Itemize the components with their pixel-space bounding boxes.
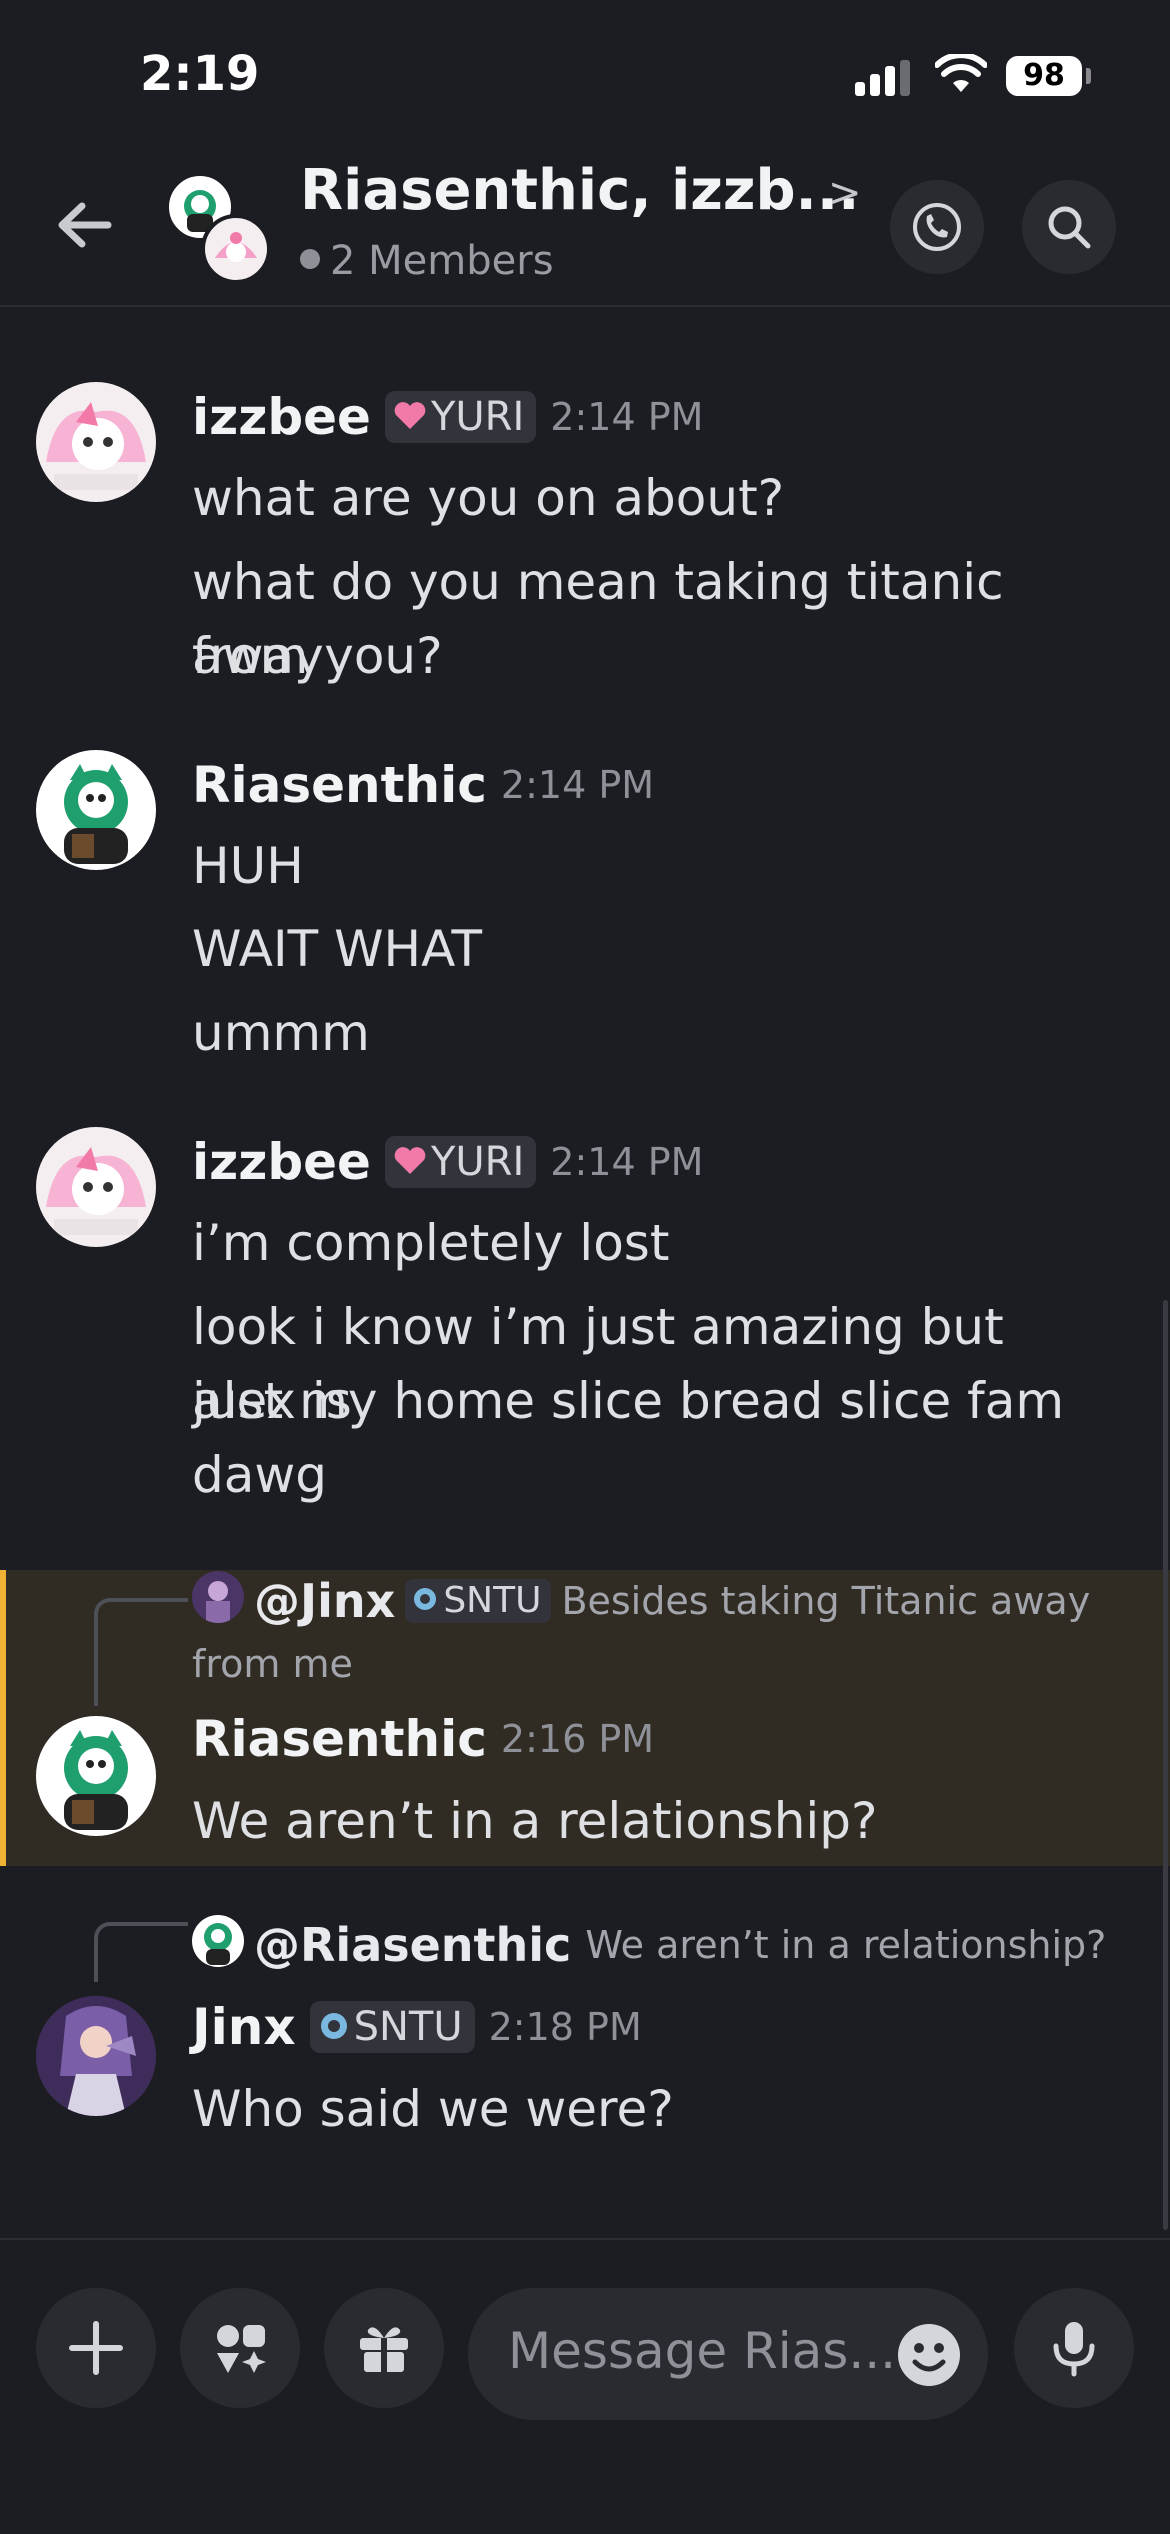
- message-header: Riasenthic 2:16 PM: [192, 1710, 654, 1768]
- role-tag-label: SNTU: [353, 2004, 463, 2050]
- role-tag: SNTU: [309, 2001, 475, 2053]
- message-line: what are you on about?: [192, 469, 785, 527]
- reply-connector: [94, 1598, 188, 1706]
- heart-icon: [394, 1147, 426, 1174]
- heart-icon: [394, 402, 426, 429]
- apps-icon: [217, 2325, 266, 2373]
- mic-icon: [1053, 2322, 1095, 2377]
- scrollbar[interactable]: [1163, 1300, 1168, 2230]
- reply-author[interactable]: @Riasenthic: [254, 1918, 571, 1972]
- search-icon: [1048, 206, 1091, 249]
- message-input[interactable]: Message Rias...: [468, 2288, 988, 2420]
- member-count-label: 2 Members: [330, 238, 554, 284]
- chat-header: Riasenthic, izzb... > 2 Members: [0, 150, 1170, 307]
- call-button[interactable]: [890, 180, 984, 274]
- author-name[interactable]: izzbee: [192, 1133, 371, 1191]
- message-line: Who said we were?: [192, 2080, 674, 2138]
- swirl-icon: [320, 2013, 347, 2039]
- plus-icon: [69, 2321, 123, 2375]
- gift-icon: [360, 2327, 408, 2372]
- timestamp: 2:14 PM: [500, 763, 655, 807]
- swirl-icon: [414, 1588, 437, 1610]
- message-composer: Message Rias...: [0, 2238, 1170, 2534]
- avatar[interactable]: [36, 1716, 156, 1836]
- emoji-icon[interactable]: [896, 2322, 962, 2388]
- reply-author[interactable]: @Jinx: [254, 1574, 395, 1628]
- message-header: izzbee YURI 2:14 PM: [192, 388, 703, 446]
- message-line: WAIT WHAT: [192, 920, 482, 978]
- message-line: just my home slice bread slice fam: [192, 1372, 1065, 1430]
- message-header: izzbee YURI 2:14 PM: [192, 1133, 703, 1191]
- add-attachment-button[interactable]: [36, 2288, 156, 2408]
- role-tag-label: YURI: [430, 1139, 525, 1185]
- battery-tip: [1086, 68, 1091, 84]
- call-icon: [913, 203, 961, 251]
- reply-snippet: Besides taking Titanic away: [561, 1579, 1091, 1623]
- author-name[interactable]: izzbee: [192, 388, 371, 446]
- izzbee-mini-avatar: [201, 214, 271, 284]
- wifi-icon: [935, 54, 987, 92]
- status-time: 2:19: [140, 46, 260, 102]
- role-tag-label: YURI: [430, 394, 525, 440]
- group-avatar[interactable]: [165, 172, 275, 284]
- reply-snippet-continued: from me: [192, 1642, 353, 1686]
- timestamp: 2:16 PM: [500, 1717, 655, 1761]
- voice-message-button[interactable]: [1014, 2288, 1134, 2408]
- reply-snippet: We aren’t in a relationship?: [585, 1923, 1107, 1967]
- message-line: dawg: [192, 1446, 328, 1504]
- mention-highlight-bar: [0, 1570, 6, 1866]
- reply-preview[interactable]: @Jinx SNTU Besides taking Titanic away: [192, 1571, 1091, 1628]
- timestamp: 2:14 PM: [550, 1140, 704, 1184]
- message-line: from you?: [192, 627, 443, 685]
- gift-button[interactable]: [324, 2288, 444, 2408]
- chevron-right-icon[interactable]: >: [828, 170, 862, 216]
- battery-indicator: 98: [1006, 56, 1082, 96]
- timestamp: 2:14 PM: [550, 395, 704, 439]
- message-header: Jinx SNTU 2:18 PM: [192, 1998, 642, 2056]
- role-tag: YURI: [384, 1136, 537, 1188]
- search-button[interactable]: [1022, 180, 1116, 274]
- reply-preview[interactable]: @Riasenthic We aren’t in a relationship?: [192, 1915, 1107, 1972]
- apps-button[interactable]: [180, 2288, 300, 2408]
- status-bar: 2:19 98: [0, 0, 1170, 150]
- reply-role-tag-label: SNTU: [443, 1580, 542, 1621]
- cellular-signal-icon: [855, 60, 915, 96]
- message-line: ummm: [192, 1004, 370, 1062]
- chat-title[interactable]: Riasenthic, izzb...: [300, 158, 859, 223]
- author-name[interactable]: Jinx: [192, 1998, 296, 2056]
- member-count: 2 Members: [300, 238, 554, 284]
- role-tag: YURI: [384, 391, 537, 443]
- message-line: We aren’t in a relationship?: [192, 1792, 878, 1850]
- message-header: Riasenthic 2:14 PM: [192, 756, 654, 814]
- message-line: i’m completely lost: [192, 1214, 670, 1272]
- reply-avatar: [192, 1915, 244, 1967]
- reply-connector: [94, 1922, 188, 1982]
- avatar[interactable]: [36, 1127, 156, 1247]
- avatar[interactable]: [36, 750, 156, 870]
- message-input-placeholder: Message Rias...: [508, 2322, 897, 2380]
- avatar[interactable]: [36, 1996, 156, 2116]
- reply-role-tag: SNTU: [405, 1579, 552, 1623]
- timestamp: 2:18 PM: [488, 2005, 642, 2049]
- member-status-dot: [300, 249, 320, 269]
- message-line: HUH: [192, 837, 304, 895]
- avatar[interactable]: [36, 382, 156, 502]
- reply-avatar: [192, 1571, 244, 1623]
- back-arrow-icon[interactable]: [50, 190, 120, 260]
- author-name[interactable]: Riasenthic: [192, 1710, 487, 1768]
- author-name[interactable]: Riasenthic: [192, 756, 487, 814]
